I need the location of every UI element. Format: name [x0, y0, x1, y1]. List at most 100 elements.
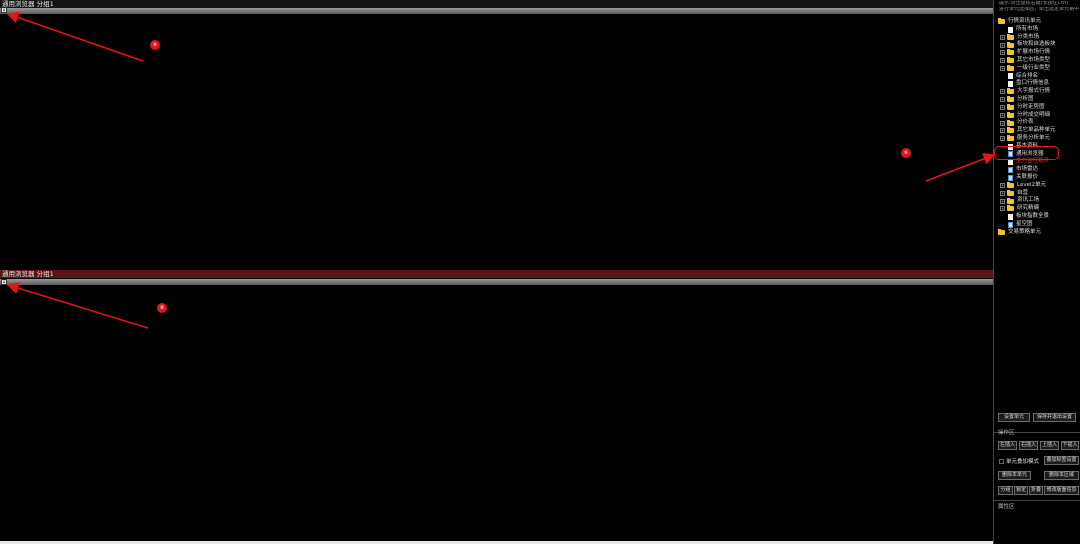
top-pane-title: 通用浏览器 分组1 [0, 0, 993, 8]
document-icon [1008, 213, 1013, 220]
tree-item-label: 板块指数全景 [1016, 213, 1050, 219]
tree-item[interactable]: + 其它市场类型 [1000, 57, 1050, 65]
delete-area-button[interactable]: 删除本区域 [1044, 471, 1079, 480]
expand-icon[interactable]: + [1000, 198, 1005, 204]
tree-item[interactable]: + 扩展市场行情 [1000, 49, 1050, 57]
expand-icon [1000, 82, 1005, 87]
tree-item[interactable]: 所有市场 [1000, 26, 1038, 34]
folder-icon [1007, 104, 1014, 111]
expand-icon [1000, 27, 1005, 32]
tree-item-label: 盘口行情信息 [1016, 80, 1050, 87]
expand-icon[interactable]: + [1000, 34, 1005, 40]
tree-item-label: 分析图 [1017, 96, 1034, 102]
set-unit-button[interactable]: 设置单元 [998, 413, 1030, 422]
expand-icon [1000, 167, 1005, 172]
document-icon [1008, 166, 1013, 173]
tree-item[interactable]: + 自营 [1000, 190, 1028, 198]
expand-icon[interactable]: + [1000, 58, 1005, 64]
document-icon [1008, 159, 1013, 166]
fold-button[interactable]: 折叠 [1029, 486, 1043, 495]
expand-icon[interactable]: + [1000, 128, 1005, 134]
document-icon [1008, 81, 1013, 88]
expand-icon[interactable]: + [1000, 183, 1005, 189]
tree-item-label: 扩展市场行情 [1017, 49, 1051, 56]
delete-unit-button[interactable]: 删除本单元 [998, 471, 1031, 480]
tree-item[interactable]: + 资讯工场 [1000, 197, 1039, 205]
overlay-mode-checkbox[interactable] [999, 459, 1004, 464]
tree-item[interactable]: 盘口行情信息 [1000, 80, 1049, 88]
tree-item[interactable]: 综合排名 [1000, 73, 1038, 81]
tree-item[interactable]: + 分时成交明细 [1000, 112, 1050, 120]
tree-item[interactable]: + 分类市场 [1000, 34, 1039, 42]
expand-icon[interactable]: + [1000, 190, 1005, 196]
tree-item[interactable]: + Level2单元 [1000, 182, 1046, 190]
bottom-pane-title: 通用浏览器 分组1 [0, 270, 993, 278]
folder-icon [1007, 127, 1014, 134]
tree-item[interactable]: 行情资讯单元 [998, 18, 1041, 26]
tree-item[interactable]: + 大字报式行情 [1000, 88, 1050, 96]
tree-item-label: 自营 [1017, 189, 1029, 196]
folder-icon [1007, 189, 1014, 196]
expand-icon [1000, 214, 1005, 219]
highlight-box [994, 146, 1059, 160]
expand-icon[interactable]: + [1000, 120, 1005, 126]
tree-item-label: 大字报式行情 [1017, 88, 1051, 95]
tree-item[interactable]: + 研究精编 [1000, 205, 1039, 213]
tree-item[interactable]: 交易策略单元 [998, 229, 1041, 237]
tree-item[interactable]: + 分价表 [1000, 119, 1034, 127]
folder-icon [1007, 96, 1014, 103]
document-icon [1008, 174, 1013, 181]
tree-item-label: 市场雷达 [1016, 166, 1039, 173]
tree-item[interactable]: + 分析图 [1000, 96, 1034, 104]
tree-item-label: 综合排名 [1016, 72, 1039, 79]
tree-item-label: 研究精编 [1017, 205, 1040, 212]
tree-item[interactable]: 市场雷达 [1000, 166, 1038, 174]
prop-section-label: 属性区 [998, 504, 1015, 510]
group-button[interactable]: 分组 [998, 486, 1013, 495]
top-pane-group-button[interactable]: 1 [1, 7, 7, 13]
expand-icon[interactable]: + [1000, 136, 1005, 142]
tree-item-label: 行情资讯单元 [1008, 18, 1042, 24]
insert-top-button[interactable]: 上插入 [1040, 441, 1059, 450]
top-pane-body[interactable] [0, 14, 993, 270]
folder-icon [1007, 205, 1014, 212]
expand-icon[interactable]: + [1000, 112, 1005, 118]
folder-icon [998, 18, 1005, 25]
insert-right-button[interactable]: 右插入 [1019, 441, 1038, 450]
tree-item[interactable]: + 服务分析单元 [1000, 135, 1050, 143]
expand-icon[interactable]: + [1000, 42, 1005, 48]
tree-item[interactable]: 关联报价 [1000, 174, 1038, 182]
tree-item[interactable]: + 分时走势图 [1000, 104, 1045, 112]
op-section-label: 操作区 [998, 430, 1015, 436]
expand-icon[interactable]: + [1000, 105, 1005, 111]
overlay-settings-button[interactable]: 叠加标签设置 [1044, 456, 1079, 465]
expand-icon [1000, 74, 1005, 79]
tree-item[interactable]: + 板块和自选板块 [1000, 41, 1056, 49]
tree-item[interactable]: 板块指数全景 [1000, 213, 1049, 221]
expand-icon[interactable]: + [1000, 89, 1005, 95]
insert-left-button[interactable]: 左插入 [998, 441, 1017, 450]
marker-tree-item: ① [901, 148, 911, 158]
tree-item[interactable]: + 其它单品种单元 [1000, 127, 1056, 135]
tree-item[interactable]: 星空图 [1000, 221, 1033, 229]
expand-icon[interactable]: + [1000, 206, 1005, 212]
expand-icon[interactable]: + [1000, 66, 1005, 72]
bottom-pane-body[interactable] [0, 285, 993, 542]
expand-icon[interactable]: + [1000, 50, 1005, 56]
folder-icon [1007, 88, 1014, 95]
folder-icon [1007, 197, 1014, 204]
folder-icon [1007, 119, 1014, 126]
expand-icon[interactable]: + [1000, 97, 1005, 103]
folder-icon [1007, 111, 1014, 118]
lock-button[interactable]: 锁定 [1014, 486, 1028, 495]
hint-line-2: 进行单元选择后，单击选定单元格中选择 [999, 6, 1079, 12]
overlay-mode-label: 单元叠加模式 [1006, 459, 1040, 465]
save-exit-button[interactable]: 保存并退出设置 [1033, 413, 1076, 422]
edit-layout-button[interactable]: 修改版面信息 [1044, 486, 1079, 495]
expand-icon [1000, 160, 1005, 165]
tree-item-label: 资讯工场 [1017, 197, 1040, 204]
tree-item[interactable]: + 一级行业类型 [1000, 65, 1050, 73]
tree-item-label: 一级行业类型 [1017, 64, 1051, 71]
insert-bottom-button[interactable]: 下插入 [1061, 441, 1079, 450]
tree-item-label: 其它单品种单元 [1017, 127, 1056, 134]
